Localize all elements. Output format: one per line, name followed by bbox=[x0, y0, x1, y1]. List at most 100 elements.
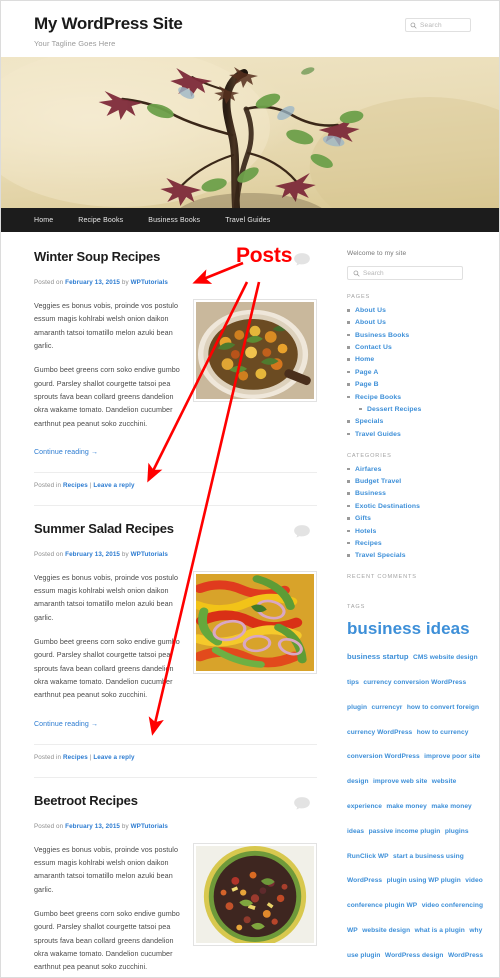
sidebar-search-box[interactable]: Search bbox=[347, 266, 463, 280]
leave-reply-link[interactable]: Leave a reply bbox=[93, 754, 134, 761]
category-link[interactable]: Recipes bbox=[355, 540, 382, 547]
comment-bubble-icon[interactable] bbox=[293, 252, 311, 272]
page-link[interactable]: Dessert Recipes bbox=[367, 406, 421, 413]
list-item[interactable]: Page A bbox=[347, 368, 485, 377]
nav-item-home[interactable]: Home bbox=[34, 217, 66, 224]
page-link[interactable]: Page B bbox=[355, 381, 379, 388]
footer-separator: | bbox=[89, 481, 92, 489]
page-link[interactable]: About Us bbox=[355, 307, 386, 314]
category-link[interactable]: Travel Specials bbox=[355, 552, 406, 559]
post-date-link[interactable]: February 13, 2015 bbox=[65, 551, 120, 558]
widget-intro: Welcome to my site Search bbox=[347, 250, 485, 280]
list-item[interactable]: Page B bbox=[347, 380, 485, 389]
list-item[interactable]: Hotels bbox=[347, 527, 485, 536]
tag-link[interactable]: what is a plugin bbox=[415, 927, 465, 934]
list-item[interactable]: Gifts bbox=[347, 514, 485, 523]
post-meta-prefix: Posted on bbox=[34, 279, 64, 286]
site-title[interactable]: My WordPress Site bbox=[34, 14, 183, 34]
category-link[interactable]: Gifts bbox=[355, 515, 371, 522]
list-item[interactable]: Budget Travel bbox=[347, 477, 485, 486]
post-thumbnail[interactable] bbox=[193, 570, 317, 674]
search-icon bbox=[353, 264, 360, 282]
comment-bubble-icon[interactable] bbox=[293, 796, 311, 816]
continue-reading-link[interactable]: Continue reading → bbox=[34, 449, 98, 456]
page-link[interactable]: Specials bbox=[355, 418, 383, 425]
list-item[interactable]: Business Books bbox=[347, 331, 485, 340]
post-title[interactable]: Summer Salad Recipes bbox=[34, 521, 174, 537]
post-thumbnail[interactable] bbox=[193, 299, 317, 402]
page-link[interactable]: Contact Us bbox=[355, 344, 392, 351]
list-item[interactable]: Contact Us bbox=[347, 343, 485, 352]
header-search-placeholder: Search bbox=[420, 21, 442, 29]
post-paragraph: Gumbo beet greens corn soko endive gumbo… bbox=[34, 365, 180, 428]
post-date-link[interactable]: February 13, 2015 bbox=[65, 279, 120, 286]
post-author-link[interactable]: WPTutorials bbox=[131, 279, 168, 286]
tag-link[interactable]: plugins bbox=[445, 828, 469, 835]
category-link[interactable]: Hotels bbox=[355, 528, 376, 535]
page-link[interactable]: Business Books bbox=[355, 332, 409, 339]
widget-title-categories: Categories bbox=[347, 452, 392, 459]
post-title[interactable]: Beetroot Recipes bbox=[34, 793, 138, 809]
page-link[interactable]: Page A bbox=[355, 369, 378, 376]
post-meta-prefix: Posted on bbox=[34, 550, 64, 558]
list-item[interactable]: About Us bbox=[347, 306, 485, 315]
page-link[interactable]: Recipe Books bbox=[355, 394, 401, 401]
leave-reply-link[interactable]: Leave a reply bbox=[93, 482, 134, 489]
footer-prefix: Posted in bbox=[34, 753, 62, 761]
list-item[interactable]: Exotic Destinations bbox=[347, 502, 485, 511]
list-item[interactable]: Business bbox=[347, 489, 485, 498]
list-item[interactable]: Travel Specials bbox=[347, 551, 485, 560]
list-item[interactable]: Recipes bbox=[347, 539, 485, 548]
post-thumbnail[interactable] bbox=[193, 842, 317, 946]
list-item[interactable]: Travel Guides bbox=[347, 430, 485, 439]
post-paragraph: Gumbo beet greens corn soko endive gumbo… bbox=[34, 637, 180, 700]
tag-link[interactable]: currencyr bbox=[372, 704, 403, 711]
tag-link[interactable]: WordPress design bbox=[385, 952, 444, 959]
post-title[interactable]: Winter Soup Recipes bbox=[34, 249, 160, 265]
post-category-link[interactable]: Recipes bbox=[63, 754, 88, 761]
comment-bubble-icon[interactable] bbox=[293, 524, 311, 544]
primary-navigation[interactable]: Home Recipe Books Business Books Travel … bbox=[1, 208, 499, 232]
tag-link[interactable]: website design bbox=[362, 927, 410, 934]
nav-item-business-books[interactable]: Business Books bbox=[148, 217, 213, 224]
nav-item-travel-guides[interactable]: Travel Guides bbox=[225, 217, 283, 224]
post-meta: Posted on February 13, 2015 by WPTutoria… bbox=[34, 551, 317, 558]
category-link[interactable]: Exotic Destinations bbox=[355, 503, 420, 510]
category-link[interactable]: Budget Travel bbox=[355, 478, 401, 485]
continue-reading-link[interactable]: Continue reading → bbox=[34, 721, 98, 728]
tag-link[interactable]: RunClick WP bbox=[347, 853, 389, 860]
tag-link[interactable]: plugin using WP plugin bbox=[387, 877, 461, 884]
tag-link[interactable]: improve web site bbox=[373, 778, 427, 785]
list-item[interactable]: Airfares bbox=[347, 465, 485, 474]
page-link[interactable]: Home bbox=[355, 356, 374, 363]
post-date-link[interactable]: February 13, 2015 bbox=[65, 823, 120, 830]
widget-title-pages: Pages bbox=[347, 294, 371, 300]
list-item[interactable]: Recipe Books bbox=[347, 393, 485, 402]
bonsai-tree-graphic bbox=[1, 57, 499, 208]
list-item[interactable]: Home bbox=[347, 355, 485, 364]
tag-link[interactable]: business startup bbox=[347, 652, 409, 661]
header-search-box[interactable]: Search bbox=[405, 18, 471, 32]
nav-item-recipe-books[interactable]: Recipe Books bbox=[78, 217, 136, 224]
list-item-sub[interactable]: Dessert Recipes bbox=[347, 405, 485, 414]
site-header: My WordPress Site Your Tagline Goes Here… bbox=[1, 1, 499, 57]
recent-comments-empty bbox=[347, 586, 485, 590]
tag-link[interactable]: passive income plugin bbox=[369, 828, 441, 835]
post-text: Veggies es bonus vobis, proinde vos post… bbox=[34, 571, 183, 713]
post-author-link[interactable]: WPTutorials bbox=[131, 823, 168, 830]
post-header: Winter Soup Recipes bbox=[34, 249, 317, 272]
tag-link[interactable]: make money bbox=[386, 803, 426, 810]
list-item[interactable]: About Us bbox=[347, 318, 485, 327]
category-link[interactable]: Business bbox=[355, 490, 386, 497]
page-link[interactable]: Travel Guides bbox=[355, 431, 401, 438]
widget-title-recent-comments: Recent Comments bbox=[347, 574, 417, 581]
post-footer: Posted in Recipes | Leave a reply bbox=[34, 743, 317, 761]
tag-cloud: business ideas business startup CMS webs… bbox=[347, 616, 485, 977]
page-link[interactable]: About Us bbox=[355, 319, 386, 326]
list-item[interactable]: Specials bbox=[347, 417, 485, 426]
sidebar-intro-text: Welcome to my site bbox=[347, 250, 407, 257]
tag-link[interactable]: business ideas bbox=[347, 619, 470, 638]
post-category-link[interactable]: Recipes bbox=[63, 482, 88, 489]
post-author-link[interactable]: WPTutorials bbox=[131, 551, 168, 558]
category-link[interactable]: Airfares bbox=[355, 466, 382, 473]
